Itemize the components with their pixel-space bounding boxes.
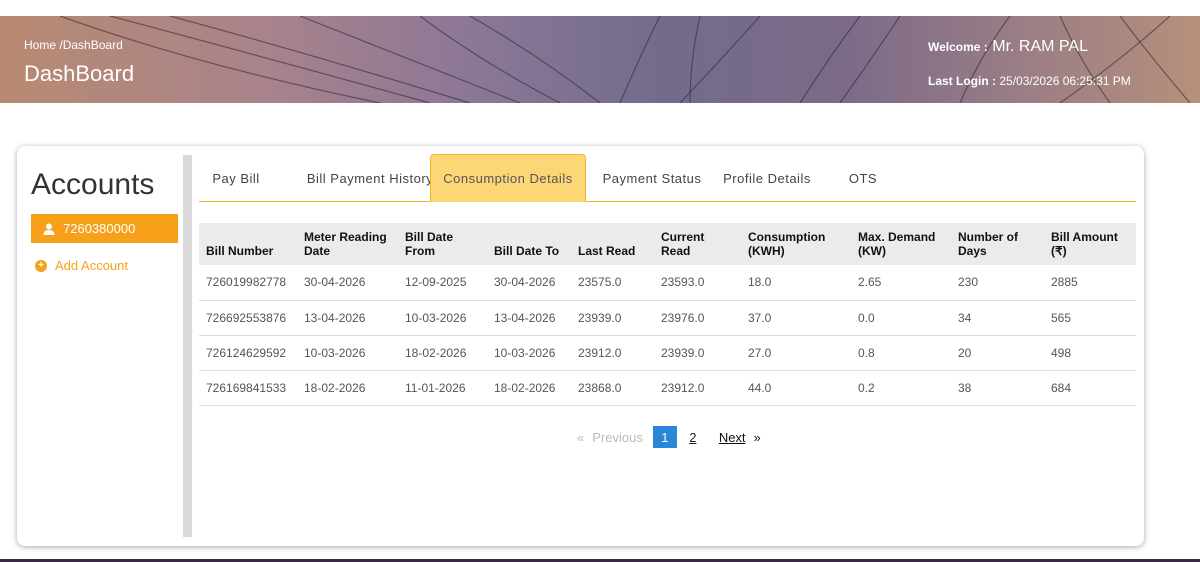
cell-bill-date-from: 18-02-2026	[398, 335, 487, 371]
cell-bill-number: 726169841533	[199, 370, 297, 406]
cell-number-of-days: 230	[951, 265, 1044, 301]
cell-meter-reading-date: 13-04-2026	[297, 300, 398, 336]
cell-max-demand: 0.8	[851, 335, 951, 371]
previous-symbol: «	[577, 429, 585, 445]
page-2-button[interactable]: 2	[681, 426, 705, 448]
welcome-text: Welcome : Mr. RAM PAL	[928, 38, 1088, 56]
cell-consumption: 44.0	[741, 370, 851, 406]
cell-bill-number: 726692553876	[199, 300, 297, 336]
panel-divider	[183, 155, 192, 537]
cell-last-read: 23912.0	[571, 335, 654, 371]
accounts-panel: Accounts 7260380000 + Add Account	[17, 146, 183, 546]
table-row: 726019982778 30-04-2026 12-09-2025 30-04…	[199, 265, 1136, 301]
col-bill-date-from: Bill Date From	[398, 223, 487, 265]
cell-max-demand: 0.2	[851, 370, 951, 406]
cell-bill-amount: 684	[1044, 370, 1136, 406]
tab-pay-bill[interactable]: Pay Bill	[199, 154, 273, 202]
accounts-title: Accounts	[31, 168, 155, 201]
col-bill-amount: Bill Amount (₹)	[1044, 223, 1136, 265]
cell-max-demand: 0.0	[851, 300, 951, 336]
col-consumption: Consumption (KWH)	[741, 223, 851, 265]
cell-meter-reading-date: 10-03-2026	[297, 335, 398, 371]
cell-current-read: 23939.0	[654, 335, 741, 371]
col-last-read: Last Read	[571, 223, 654, 265]
cell-meter-reading-date: 18-02-2026	[297, 370, 398, 406]
tab-profile-details[interactable]: Profile Details	[719, 154, 815, 202]
cell-bill-amount: 2885	[1044, 265, 1136, 301]
cell-bill-amount: 498	[1044, 335, 1136, 371]
table-header-row: Bill Number Meter Reading Date Bill Date…	[199, 223, 1136, 265]
previous-button[interactable]: Previous	[592, 430, 643, 445]
tab-consumption-details[interactable]: Consumption Details	[430, 154, 586, 202]
user-icon	[43, 223, 55, 235]
cell-bill-date-to: 30-04-2026	[487, 265, 571, 301]
breadcrumb-home[interactable]: Home	[24, 38, 56, 52]
consumption-table: Bill Number Meter Reading Date Bill Date…	[199, 223, 1136, 406]
cell-bill-date-to: 18-02-2026	[487, 370, 571, 406]
cell-number-of-days: 38	[951, 370, 1044, 406]
cell-meter-reading-date: 30-04-2026	[297, 265, 398, 301]
tab-bar: Pay Bill Bill Payment History Consumptio…	[199, 154, 1136, 202]
cell-current-read: 23593.0	[654, 265, 741, 301]
breadcrumb-current: DashBoard	[62, 38, 123, 52]
add-account-label: Add Account	[55, 258, 128, 273]
page-1-button[interactable]: 1	[652, 426, 677, 448]
cell-bill-date-to: 13-04-2026	[487, 300, 571, 336]
account-number: 7260380000	[63, 221, 136, 236]
next-button[interactable]: Next	[719, 430, 746, 445]
col-max-demand: Max. Demand (KW)	[851, 223, 951, 265]
add-account-link[interactable]: + Add Account	[35, 258, 128, 273]
cell-bill-amount: 565	[1044, 300, 1136, 336]
last-login: Last Login : 25/03/2026 06:25:31 PM	[928, 74, 1131, 88]
plus-circle-icon: +	[35, 259, 47, 272]
table-row: 726169841533 18-02-2026 11-01-2026 18-02…	[199, 370, 1136, 406]
col-bill-date-to: Bill Date To	[487, 223, 571, 265]
cell-number-of-days: 20	[951, 335, 1044, 371]
cell-max-demand: 2.65	[851, 265, 951, 301]
pagination: « Previous 1 2 Next »	[577, 426, 761, 448]
top-strip	[0, 0, 1200, 16]
cell-consumption: 27.0	[741, 335, 851, 371]
cell-bill-date-to: 10-03-2026	[487, 335, 571, 371]
power-lines-decoration	[59, 16, 1191, 103]
table-row: 726692553876 13-04-2026 10-03-2026 13-04…	[199, 300, 1136, 336]
header-banner: Home /DashBoard DashBoard Welcome : Mr. …	[0, 16, 1200, 103]
cell-current-read: 23976.0	[654, 300, 741, 336]
welcome-label: Welcome :	[928, 40, 988, 54]
user-name: Mr. RAM PAL	[992, 38, 1088, 55]
cell-last-read: 23939.0	[571, 300, 654, 336]
table-row: 726124629592 10-03-2026 18-02-2026 10-03…	[199, 335, 1136, 371]
next-symbol: »	[753, 429, 761, 445]
cell-bill-date-from: 12-09-2025	[398, 265, 487, 301]
cell-bill-number: 726124629592	[199, 335, 297, 371]
cell-current-read: 23912.0	[654, 370, 741, 406]
col-number-of-days: Number of Days	[951, 223, 1044, 265]
dashboard-card: Accounts 7260380000 + Add Account Pay Bi…	[17, 146, 1144, 546]
cell-consumption: 37.0	[741, 300, 851, 336]
col-current-read: Current Read	[654, 223, 741, 265]
breadcrumb: Home /DashBoard	[24, 38, 123, 52]
col-bill-number: Bill Number	[199, 223, 297, 265]
account-item[interactable]: 7260380000	[31, 214, 178, 243]
cell-last-read: 23868.0	[571, 370, 654, 406]
last-login-value: 25/03/2026 06:25:31 PM	[999, 74, 1131, 88]
col-meter-reading-date: Meter Reading Date	[297, 223, 398, 265]
cell-number-of-days: 34	[951, 300, 1044, 336]
tab-bill-payment-history[interactable]: Bill Payment History	[287, 154, 453, 202]
tab-ots[interactable]: OTS	[843, 154, 883, 202]
tab-payment-status[interactable]: Payment Status	[596, 154, 708, 202]
cell-bill-number: 726019982778	[199, 265, 297, 301]
cell-bill-date-from: 10-03-2026	[398, 300, 487, 336]
cell-last-read: 23575.0	[571, 265, 654, 301]
cell-consumption: 18.0	[741, 265, 851, 301]
last-login-label: Last Login :	[928, 74, 996, 88]
cell-bill-date-from: 11-01-2026	[398, 370, 487, 406]
page-title: DashBoard	[24, 61, 135, 86]
